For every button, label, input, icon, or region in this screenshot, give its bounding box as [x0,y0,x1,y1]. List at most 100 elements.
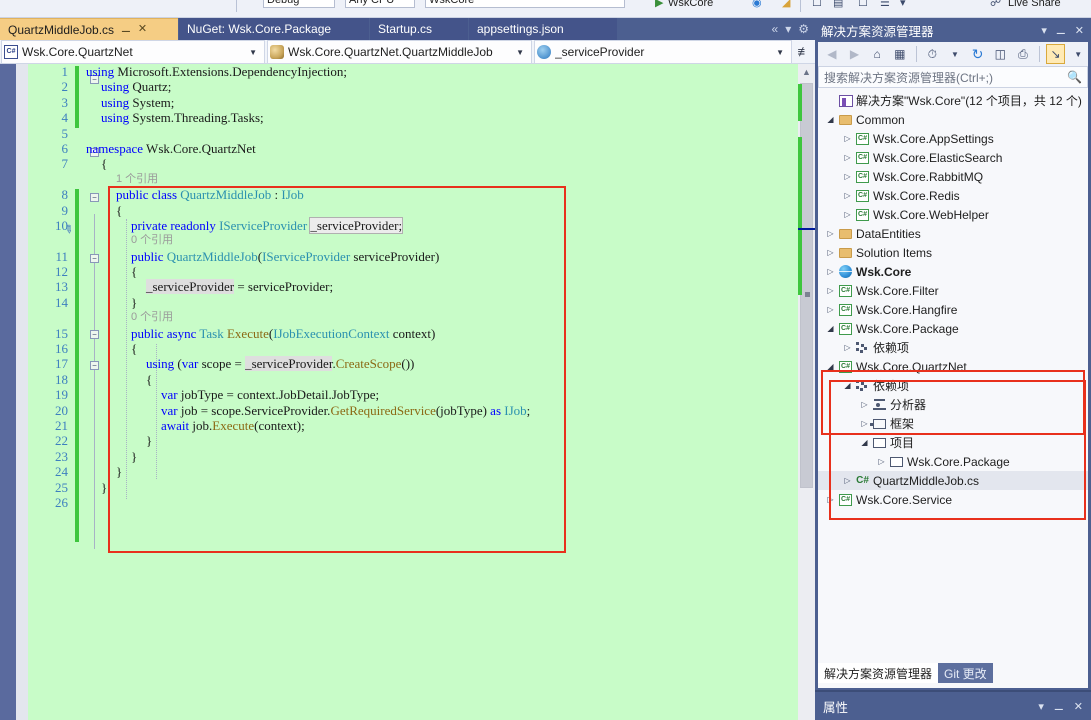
refresh-icon[interactable]: ↻ [968,44,988,64]
chevron-collapsed-icon[interactable]: ▷ [824,229,837,238]
split-editor-icon[interactable]: ≢ [793,40,815,63]
editor-text-surface[interactable]: − − − − − − ✎ 1 using Microsoft.Extension… [28,64,815,720]
tree-item-quartzmiddlejob-cs[interactable]: ▷ C# QuartzMiddleJob.cs [818,471,1088,490]
tree-item-wsk-core-12-12[interactable]: 解决方案"Wsk.Core"(12 个项目，共 12 个) [818,91,1088,110]
chevron-collapsed-icon[interactable]: ▷ [824,495,837,504]
code-line[interactable]: 24} [28,464,815,479]
chevron-down-icon[interactable]: ▼ [244,48,262,57]
code-line[interactable]: 4 using System.Threading.Tasks; [28,110,815,125]
solution-explorer-search[interactable]: 搜索解决方案资源管理器(Ctrl+;) 🔍 [818,66,1088,88]
chevron-down-icon[interactable]: ▼ [945,44,965,64]
codelens-reference-hint[interactable]: 0 个引用 [131,310,173,325]
tree-item-wsk-core-redis[interactable]: ▷ C# Wsk.Core.Redis [818,186,1088,205]
solution-icon[interactable]: ▦ [890,44,910,64]
tree-item-dataentities[interactable]: ▷ DataEntities [818,224,1088,243]
chevron-collapsed-icon[interactable]: ▷ [841,172,854,181]
code-line[interactable]: 1 using Microsoft.Extensions.DependencyIn… [28,64,815,79]
code-line[interactable]: 0 个引用 [28,310,815,325]
tab-appsettings-json[interactable]: appsettings.json [469,18,617,40]
tab-quartzmiddlejob-cs[interactable]: QuartzMiddleJob.cs ⚊ ✕ [0,18,178,40]
code-line[interactable]: 17 using (var scope = _serviceProvider.Cr… [28,356,815,372]
tree-item-[interactable]: ▷ 分析器 [818,395,1088,414]
tab-nuget-wsk-core-package[interactable]: NuGet: Wsk.Core.Package [179,18,369,40]
close-icon[interactable]: ✕ [1075,24,1084,37]
solution-platform-combo[interactable]: Any CPU [345,0,415,8]
code-line[interactable]: 11 public QuartzMiddleJob(IServiceProvide… [28,249,815,264]
tree-item-wsk-core-rabbitmq[interactable]: ▷ C# Wsk.Core.RabbitMQ [818,167,1088,186]
tree-item-wsk-core-service[interactable]: ▷ C# Wsk.Core.Service [818,490,1088,509]
code-line[interactable]: 6 namespace Wsk.Core.QuartzNet [28,141,815,156]
tree-item-[interactable]: ▷ 依赖项 [818,338,1088,357]
gear-icon[interactable]: ⚙ [798,22,809,36]
layout-icon[interactable]: ▤ [833,0,843,9]
tree-item-[interactable]: ◢ 依赖项 [818,376,1088,395]
chevron-down-icon-2[interactable]: ▼ [1068,44,1088,64]
live-share-icon[interactable]: ☍ [990,0,1001,9]
back-icon[interactable]: ◀ [822,44,842,64]
code-line[interactable]: 15 public async Task Execute(IJobExecutio… [28,326,815,341]
code-line[interactable]: 25} [28,480,815,495]
search-icon[interactable]: 🔍 [1067,70,1082,84]
code-line[interactable]: 16 { [28,341,815,356]
chevron-collapsed-icon[interactable]: ▷ [824,305,837,314]
preview-window-icon[interactable]: ☐ [812,0,822,9]
search-input[interactable]: 搜索解决方案资源管理器(Ctrl+;) [824,69,1067,86]
chevron-expanded-icon[interactable]: ◢ [841,381,854,390]
run-button-label[interactable]: WskCore [668,0,713,9]
code-line[interactable]: 0 个引用 [28,233,815,248]
tree-item-[interactable]: ◢ 项目 [818,433,1088,452]
code-line[interactable]: 8 public class QuartzMiddleJob : IJob [28,187,815,202]
chevron-collapsed-icon[interactable]: ▷ [841,210,854,219]
tree-item-wsk-core-filter[interactable]: ▷ C# Wsk.Core.Filter [818,281,1088,300]
code-line[interactable]: 9{ [28,203,815,218]
startup-project-combo[interactable]: WskCore [425,0,625,8]
code-line[interactable]: 1 个引用 [28,172,815,187]
code-line[interactable]: 18 { [28,372,815,387]
scroll-up-arrow-icon[interactable]: ▲ [798,64,815,80]
tree-item-common[interactable]: ◢ Common [818,110,1088,129]
code-line[interactable]: 14} [28,295,815,310]
tab-git-changes[interactable]: Git 更改 [938,663,993,683]
code-line[interactable]: 23} [28,449,815,464]
editor-vertical-scrollbar[interactable]: ▲ [798,64,815,720]
solution-config-combo[interactable]: Debug [263,0,335,8]
chevron-collapsed-icon[interactable]: ▷ [824,286,837,295]
codelens-reference-hint[interactable]: 0 个引用 [131,233,173,248]
home-icon[interactable]: ⌂ [867,44,887,64]
chevron-collapsed-icon[interactable]: ▷ [841,191,854,200]
run-play-icon[interactable]: ▶ [655,0,663,9]
track-active-item-icon[interactable]: ↘ [1045,44,1066,64]
code-line[interactable]: 20 var job = scope.ServiceProvider.GetReq… [28,403,815,418]
code-line[interactable]: 7{ [28,156,815,171]
code-line[interactable]: 3 using System; [28,95,815,110]
code-line[interactable]: 22} [28,433,815,448]
code-line[interactable]: 10 private readonly IServiceProvider _ser… [28,216,815,234]
properties-icon[interactable]: ⎙ [1013,44,1033,64]
chevron-collapsed-icon[interactable]: ▷ [841,134,854,143]
pin-icon[interactable]: ⚊ [121,24,131,35]
chevron-expanded-icon[interactable]: ◢ [858,438,871,447]
code-line[interactable]: 26 [28,495,815,510]
tree-item-wsk-core-webhelper[interactable]: ▷ C# Wsk.Core.WebHelper [818,205,1088,224]
type-combo[interactable]: Wsk.Core.QuartzNet.QuartzMiddleJob ▼ [267,40,532,64]
code-line[interactable]: 21 await job.Execute(context); [28,418,815,433]
chevron-expanded-icon[interactable]: ◢ [824,115,837,124]
scroll-tabs-left-icon[interactable]: « [772,22,779,36]
code-line[interactable]: 19 var jobType = context.JobDetail.JobTyp… [28,387,815,402]
solution-tree[interactable]: 解决方案"Wsk.Core"(12 个项目，共 12 个) ◢ Common ▷ C# W… [818,88,1088,688]
hot-reload-icon[interactable]: ◉ [752,0,762,9]
code-line[interactable]: 2 using Quartz; [28,79,815,94]
close-icon[interactable]: ✕ [1074,700,1083,713]
tree-item-[interactable]: ▷ 框架 [818,414,1088,433]
tree-item-wsk-core-package[interactable]: ▷ Wsk.Core.Package [818,452,1088,471]
code-line[interactable]: 13 _serviceProvider = serviceProvider; [28,279,815,295]
tree-item-wsk-core-appsettings[interactable]: ▷ C# Wsk.Core.AppSettings [818,129,1088,148]
chevron-down-icon[interactable]: ▼ [511,48,529,57]
live-share-label[interactable]: Live Share [1008,0,1061,9]
forward-icon[interactable]: ▶ [845,44,865,64]
chevron-down-icon[interactable]: ▾ [1038,700,1044,713]
chevron-down-icon[interactable]: ▾ [1041,24,1047,37]
tree-item-wsk-core-elasticsearch[interactable]: ▷ C# Wsk.Core.ElasticSearch [818,148,1088,167]
window-split-icon[interactable]: ☐ [858,0,868,9]
code-line[interactable]: 5 [28,126,815,141]
